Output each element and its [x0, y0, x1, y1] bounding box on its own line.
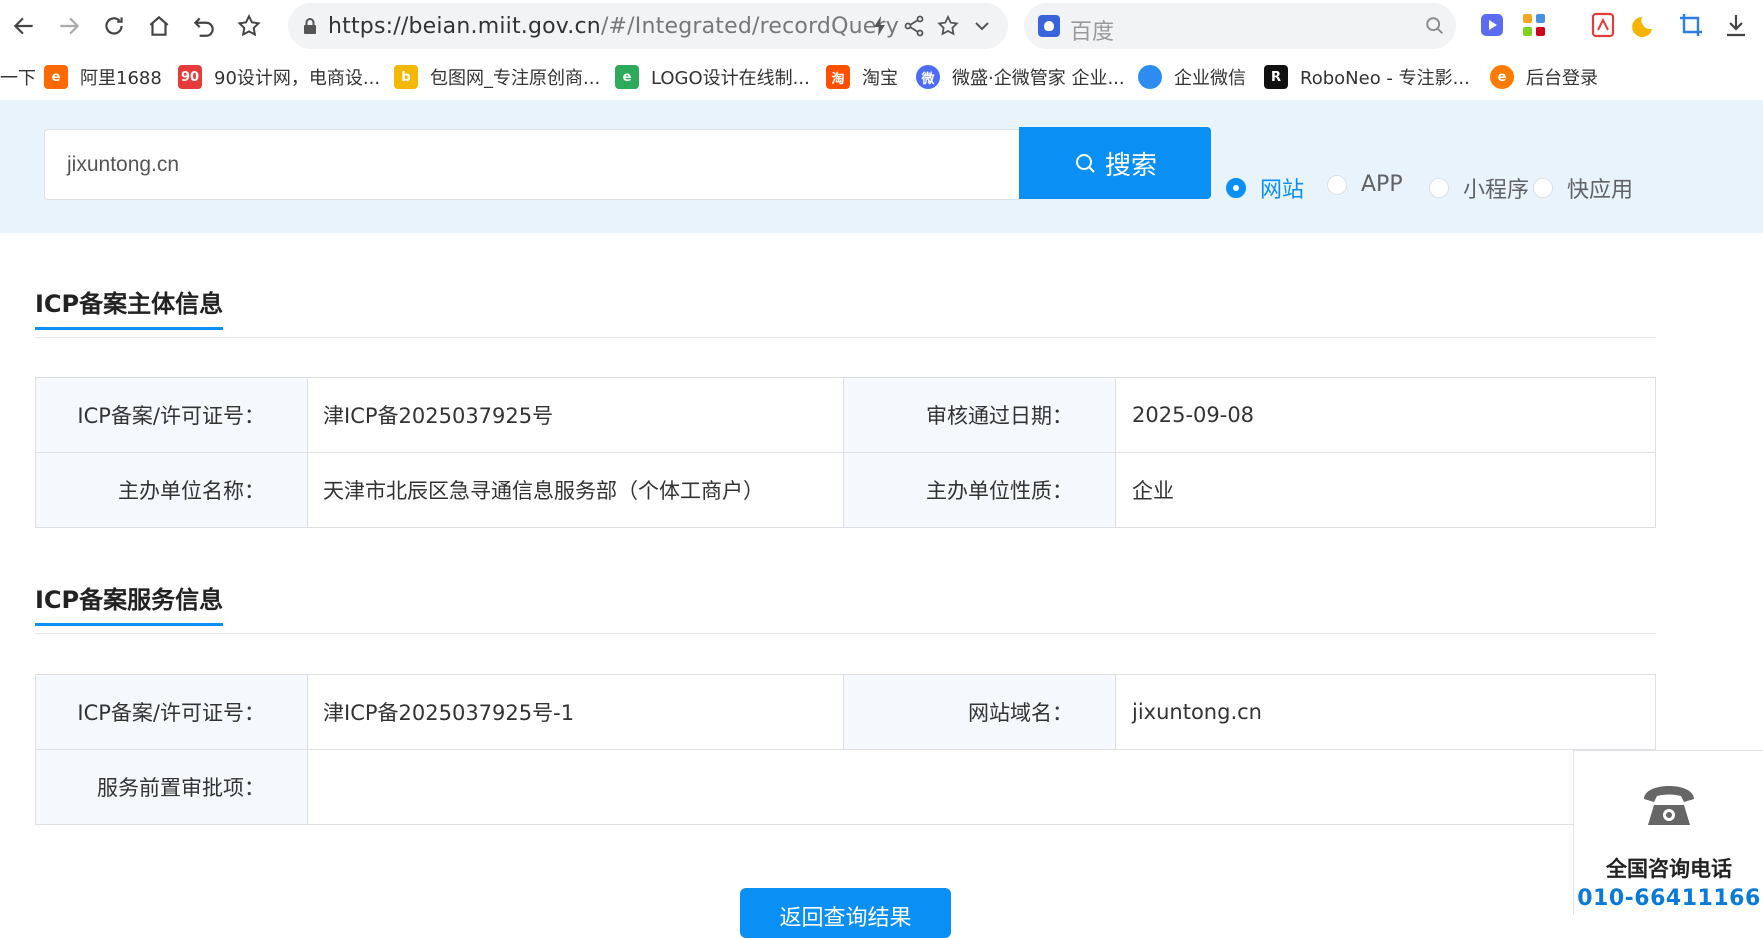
organizer-type-value: 企业 — [1115, 452, 1656, 528]
url-path: /#/Integrated/recordQuery — [600, 14, 899, 39]
share-icon[interactable] — [902, 14, 926, 38]
pdf-icon[interactable] — [1589, 11, 1617, 39]
apps-grid-icon[interactable] — [1520, 11, 1548, 39]
section-divider — [35, 337, 1656, 338]
service-section-title: ICP备案服务信息 — [35, 580, 224, 626]
organizer-name-label: 主办单位名称： — [35, 452, 308, 528]
domain-search-input[interactable]: jixuntong.cn — [44, 129, 1020, 200]
record-query-page: jixuntong.cn 搜索 网站 APP 小程序 快应用 ICP备案主体信息… — [0, 100, 1763, 938]
alibaba-icon: e — [44, 65, 68, 89]
icp-number-value: 津ICP备2025037925号 — [307, 377, 844, 453]
bookmark-item-baotu[interactable]: b 包图网_专注原创商... — [394, 62, 600, 92]
address-bar[interactable]: https://beian.miit.gov.cn/#/Integrated/r… — [288, 3, 1008, 49]
subject-section-title: ICP备案主体信息 — [35, 284, 224, 330]
approval-date-value: 2025-09-08 — [1115, 377, 1656, 453]
reload-icon[interactable] — [96, 8, 132, 44]
search-icon[interactable] — [1424, 15, 1446, 37]
roboneo-icon: R — [1264, 65, 1288, 89]
bookmark-item-90design[interactable]: 90 90设计网，电商设... — [178, 62, 380, 92]
undo-icon[interactable] — [186, 8, 222, 44]
baidu-icon — [1038, 15, 1060, 37]
hotline-widget: 全国咨询电话 010-66411166 — [1573, 750, 1763, 915]
search-engine-label: 百度 — [1070, 20, 1115, 45]
domain-value: jixuntong.cn — [1115, 674, 1656, 750]
browser-toolbar: https://beian.miit.gov.cn/#/Integrated/r… — [0, 0, 1763, 52]
url-domain: https://beian.miit.gov.cn — [328, 14, 601, 39]
back-arrow-icon[interactable] — [6, 8, 42, 44]
section-divider — [35, 633, 1656, 634]
bookmark-item-admin-login[interactable]: e 后台登录 — [1490, 62, 1598, 92]
telephone-icon — [1644, 786, 1694, 825]
bookmark-item-wecom[interactable]: 企业微信 — [1138, 62, 1246, 92]
domain-label: 网站域名： — [843, 674, 1116, 750]
subject-info-table: ICP备案/许可证号： 津ICP备2025037925号 审核通过日期： 202… — [35, 377, 1656, 528]
table-row: 主办单位名称： 天津市北辰区急寻通信息服务部（个体工商户） 主办单位性质： 企业 — [35, 452, 1656, 528]
radio-dot — [1429, 178, 1449, 198]
hotline-label: 全国咨询电话 — [1606, 857, 1732, 881]
url-text: https://beian.miit.gov.cn/#/Integrated/r… — [328, 14, 899, 39]
radio-dot — [1533, 178, 1553, 198]
approval-date-label: 审核通过日期： — [843, 377, 1116, 453]
table-row: ICP备案/许可证号： 津ICP备2025037925号 审核通过日期： 202… — [35, 377, 1656, 453]
organizer-type-label: 主办单位性质： — [843, 452, 1116, 528]
wecom-icon — [1138, 65, 1162, 89]
organizer-name-value: 天津市北辰区急寻通信息服务部（个体工商户） — [307, 452, 844, 528]
radio-website[interactable]: 网站 — [1226, 172, 1304, 204]
radio-mini-program[interactable]: 小程序 — [1429, 172, 1529, 204]
download-icon[interactable] — [1722, 11, 1750, 39]
search-button[interactable]: 搜索 — [1019, 127, 1211, 199]
icp-number-label: ICP备案/许可证号： — [35, 377, 308, 453]
bookmark-item[interactable]: 一下 — [0, 62, 36, 92]
star-icon[interactable] — [231, 8, 267, 44]
service-info-table: ICP备案/许可证号： 津ICP备2025037925号-1 网站域名： jix… — [35, 674, 1656, 825]
bookmark-item-roboneo[interactable]: R RoboNeo - 专注影... — [1264, 62, 1470, 92]
chevron-down-icon[interactable] — [970, 14, 994, 38]
bookmarks-bar: 一下 e 阿里1688 90 90设计网，电商设... b 包图网_专注原创商... … — [0, 56, 1763, 100]
home-icon[interactable] — [141, 8, 177, 44]
baotu-icon: b — [394, 65, 418, 89]
service-icp-number-value: 津ICP备2025037925号-1 — [307, 674, 844, 750]
bookmark-item-alibaba[interactable]: e 阿里1688 — [44, 62, 162, 92]
bookmark-item-taobao[interactable]: 淘淘宝 — [826, 62, 898, 92]
90-icon: 90 — [178, 65, 202, 89]
back-to-results-button[interactable]: 返回查询结果 — [740, 888, 951, 938]
service-icp-number-label: ICP备案/许可证号： — [35, 674, 308, 750]
weisheng-icon: 微 — [916, 65, 940, 89]
radio-quick-app[interactable]: 快应用 — [1533, 172, 1633, 204]
search-icon — [1075, 154, 1095, 173]
logo-design-icon: e — [615, 65, 639, 89]
hotline-number: 010-66411166 — [1577, 886, 1761, 911]
radio-dot — [1327, 174, 1347, 195]
taobao-icon: 淘 — [826, 65, 850, 89]
forward-arrow-icon[interactable] — [51, 8, 87, 44]
browser-search-box[interactable]: 百度 — [1024, 3, 1456, 49]
edge-icon: e — [1490, 65, 1514, 89]
radio-app[interactable]: APP — [1327, 172, 1403, 197]
extension-video-icon[interactable] — [1478, 11, 1506, 39]
table-row: 服务前置审批项： — [35, 749, 1656, 825]
bookmark-item-weisheng[interactable]: 微微盛·企微管家 企业... — [916, 62, 1125, 92]
lock-icon — [304, 18, 316, 34]
pre-approval-label: 服务前置审批项： — [35, 749, 308, 825]
search-button-label: 搜索 — [1104, 150, 1157, 181]
moon-icon[interactable] — [1632, 11, 1660, 39]
table-row: ICP备案/许可证号： 津ICP备2025037925号-1 网站域名： jix… — [35, 674, 1656, 750]
crop-icon[interactable] — [1677, 11, 1705, 39]
bookmark-star-icon[interactable] — [936, 14, 960, 38]
pre-approval-value — [307, 749, 1656, 825]
search-strip: jixuntong.cn 搜索 网站 APP 小程序 快应用 — [0, 100, 1763, 233]
bookmark-item-logo-design[interactable]: e LOGO设计在线制... — [615, 62, 810, 92]
lightning-icon[interactable] — [868, 14, 892, 38]
radio-dot — [1226, 178, 1246, 198]
